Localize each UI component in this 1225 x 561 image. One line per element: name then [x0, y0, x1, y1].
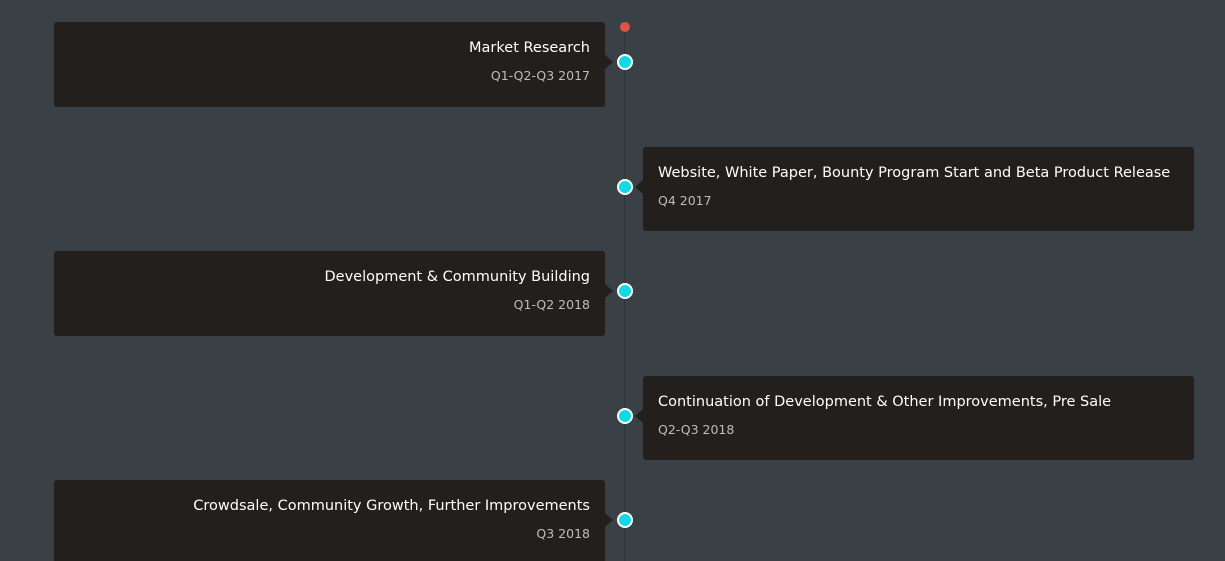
milestone-title: Website, White Paper, Bounty Program Sta… — [658, 165, 1171, 181]
milestone-node — [617, 408, 633, 424]
milestone-title: Continuation of Development & Other Impr… — [658, 394, 1112, 410]
milestone-date: Q2-Q3 2018 — [658, 422, 735, 437]
milestone-card: Website, White Paper, Bounty Program Sta… — [635, 147, 1194, 231]
milestone-node — [617, 54, 633, 70]
milestone-card: Continuation of Development & Other Impr… — [635, 376, 1194, 460]
milestone-date: Q1-Q2 2018 — [513, 297, 590, 312]
milestone-date: Q3 2018 — [536, 526, 590, 541]
milestone-card: Market Research Q1-Q2-Q3 2017 — [54, 22, 613, 107]
milestone-title: Market Research — [469, 40, 590, 56]
milestone-title: Development & Community Building — [324, 269, 591, 285]
timeline-start-dot — [620, 22, 630, 32]
milestone-node — [617, 512, 633, 528]
milestone-card: Development & Community Building Q1-Q2 2… — [54, 251, 613, 336]
milestone-card: Crowdsale, Community Growth, Further Imp… — [54, 480, 613, 561]
roadmap-timeline: Market Research Q1-Q2-Q3 2017 Website, W… — [0, 0, 1225, 561]
milestone-title: Crowdsale, Community Growth, Further Imp… — [193, 498, 590, 514]
milestone-node — [617, 283, 633, 299]
milestone-date: Q1-Q2-Q3 2017 — [490, 68, 590, 83]
milestone-node — [617, 179, 633, 195]
milestone-date: Q4 2017 — [658, 193, 712, 208]
